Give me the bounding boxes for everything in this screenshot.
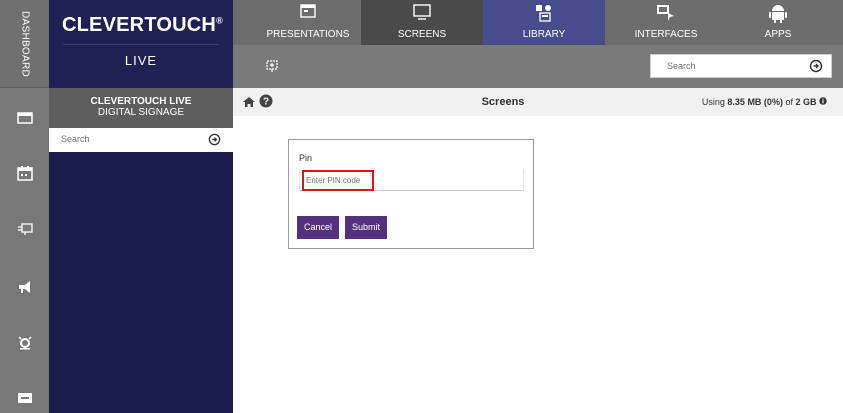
dashboard-label: DASHBOARD (19, 10, 30, 78)
tab-label: SCREENS (397, 29, 447, 40)
interfaces-icon (656, 4, 676, 25)
tab-interfaces[interactable]: INTERFACES (605, 0, 727, 45)
display-icon[interactable] (0, 390, 49, 406)
left-panel-subtitle: DIGITAL SIGNAGE (97, 107, 185, 118)
app-window: DASHBOARD CLEVERTOUCH® LIVE PRESENTATION… (0, 0, 843, 413)
screens-icon[interactable] (0, 221, 49, 237)
left-panel: CLEVERTOUCH LIVE DIGITAL SIGNAGE (49, 88, 233, 413)
library-icon (535, 4, 553, 25)
top-search (650, 54, 832, 78)
search-input[interactable] (651, 55, 791, 77)
add-screen-icon[interactable] (264, 58, 280, 79)
tab-label: PRESENTATIONS (266, 29, 350, 40)
left-rail: DASHBOARD (0, 0, 49, 413)
info-icon[interactable] (819, 97, 827, 107)
search-go-icon[interactable] (208, 133, 221, 151)
sub-toolbar (233, 45, 843, 88)
submit-button[interactable]: Submit (345, 216, 387, 239)
brand-panel: CLEVERTOUCH® LIVE (49, 0, 233, 88)
cancel-button[interactable]: Cancel (297, 216, 339, 239)
tab-label: INTERFACES (634, 29, 698, 40)
tab-label: APPS (764, 29, 792, 40)
tab-label: LIBRARY (522, 29, 566, 40)
brand-divider (63, 44, 219, 45)
page-title: Screens (481, 96, 525, 108)
presentation-icon (300, 4, 316, 21)
brand-logo: CLEVERTOUCH® (62, 14, 223, 36)
pin-dialog: Pin Cancel Submit (288, 139, 534, 249)
android-icon (769, 4, 787, 27)
calendar-icon[interactable] (0, 165, 49, 181)
megaphone-icon[interactable] (0, 279, 49, 295)
tab-library[interactable]: LIBRARY (483, 0, 605, 45)
tab-apps[interactable]: APPS (717, 0, 839, 45)
tab-presentations[interactable]: PRESENTATIONS (247, 0, 369, 45)
presentation-icon[interactable] (0, 110, 49, 126)
alarm-icon[interactable] (0, 334, 49, 350)
pin-input[interactable] (306, 173, 370, 188)
top-nav: PRESENTATIONS SCREENS LIBRARY INTERFACES… (233, 0, 843, 45)
pin-label: Pin (299, 153, 313, 163)
dashboard-tab[interactable]: DASHBOARD (0, 0, 49, 88)
monitor-icon (413, 4, 431, 23)
content-header: ? Screens Using 8.35 MB (0%) of 2 GB (233, 88, 843, 116)
left-panel-title: CLEVERTOUCH LIVE (90, 96, 192, 107)
left-search-input[interactable] (49, 128, 199, 150)
left-search (49, 128, 233, 152)
search-go-icon[interactable] (809, 59, 823, 78)
storage-usage: Using 8.35 MB (0%) of 2 GB (702, 97, 827, 107)
left-panel-heading: CLEVERTOUCH LIVE DIGITAL SIGNAGE (49, 88, 233, 128)
brand-subtitle: LIVE (124, 53, 158, 68)
tab-screens[interactable]: SCREENS (361, 0, 483, 45)
